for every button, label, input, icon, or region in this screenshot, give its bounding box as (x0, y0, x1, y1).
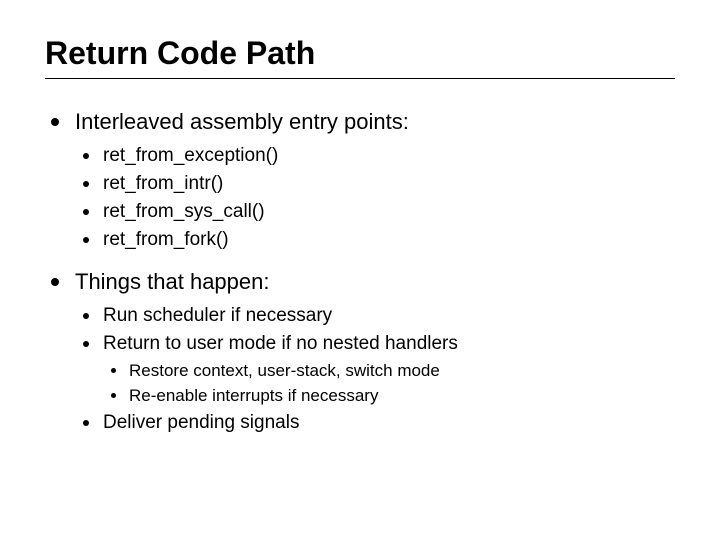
list-item: ret_from_fork() (75, 229, 675, 251)
list-item: Run scheduler if necessary (75, 305, 675, 327)
list-item-text: ret_from_fork() (103, 229, 229, 250)
sub-list: ret_from_exception() ret_from_intr() ret… (75, 145, 675, 251)
slide: Return Code Path Interleaved assembly en… (0, 0, 720, 472)
list-item-text: ret_from_intr() (103, 173, 223, 194)
list-item-text: Run scheduler if necessary (103, 305, 332, 326)
list-item: Things that happen: Run scheduler if nec… (45, 269, 675, 434)
list-item-text: Deliver pending signals (103, 412, 299, 433)
list-item: Deliver pending signals (75, 412, 675, 434)
list-item: Interleaved assembly entry points: ret_f… (45, 109, 675, 251)
list-item-text: Restore context, user-stack, switch mode (129, 361, 440, 380)
sub-list: Run scheduler if necessary Return to use… (75, 305, 675, 434)
list-item-text: Things that happen: (75, 269, 269, 294)
list-item-text: ret_from_exception() (103, 145, 278, 166)
list-item-text: Re-enable interrupts if necessary (129, 386, 378, 405)
list-item: Re-enable interrupts if necessary (103, 386, 675, 406)
list-item: Restore context, user-stack, switch mode (103, 361, 675, 381)
list-item: ret_from_exception() (75, 145, 675, 167)
list-item-text: ret_from_sys_call() (103, 201, 265, 222)
bullet-list: Interleaved assembly entry points: ret_f… (45, 109, 675, 434)
list-item: ret_from_sys_call() (75, 201, 675, 223)
list-item: ret_from_intr() (75, 173, 675, 195)
list-item: Return to user mode if no nested handler… (75, 333, 675, 406)
list-item-text: Return to user mode if no nested handler… (103, 333, 458, 354)
sub-sub-list: Restore context, user-stack, switch mode… (103, 361, 675, 406)
slide-title: Return Code Path (45, 35, 675, 79)
list-item-text: Interleaved assembly entry points: (75, 109, 409, 134)
